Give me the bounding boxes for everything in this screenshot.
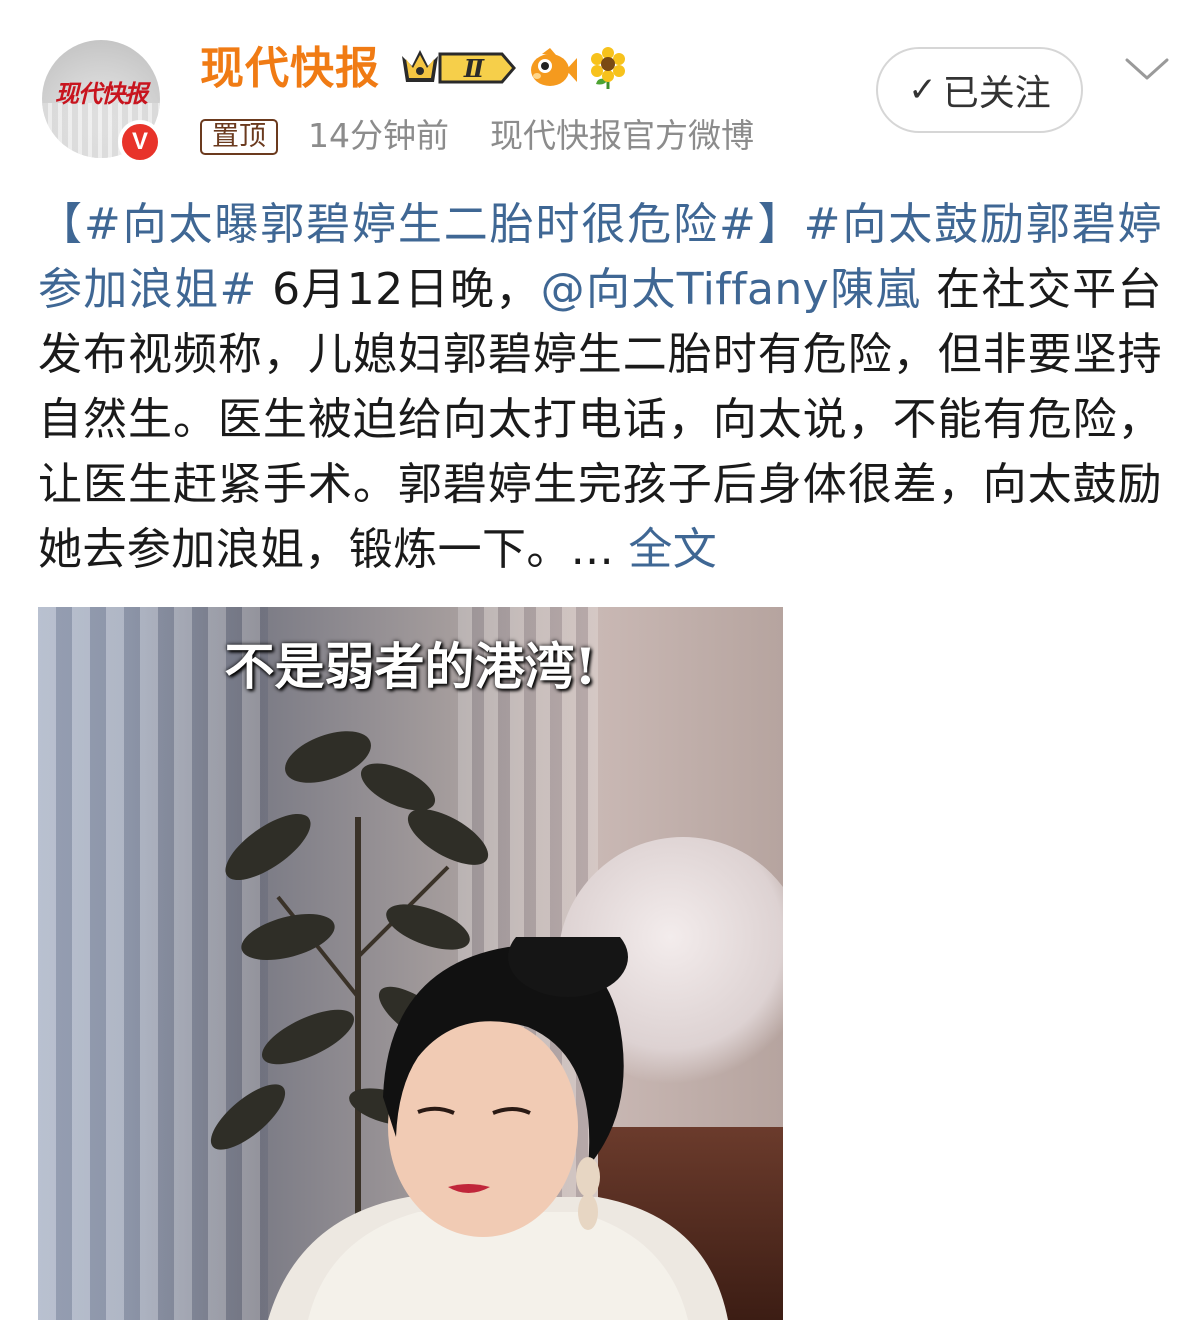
- fish-icon: [531, 48, 577, 86]
- avatar-logo-text: 现代快报: [55, 79, 148, 108]
- vip-crown-icon[interactable]: Ⅱ: [398, 44, 520, 92]
- video-subtitle: 不是弱者的港湾!: [224, 637, 597, 696]
- post-text-part-1: 6月12日晚，: [256, 264, 541, 315]
- mention-link[interactable]: @向太Tiffany陳嵐: [541, 264, 921, 315]
- sunflower-icon: [591, 47, 625, 89]
- post-video-thumbnail[interactable]: 不是弱者的港湾!: [38, 607, 783, 1320]
- follow-button[interactable]: ✓ 已关注: [876, 47, 1083, 133]
- post-time: 14分钟前: [308, 116, 449, 155]
- post-source: 现代快报官方微博: [490, 116, 754, 155]
- topic-link-1[interactable]: 【#向太曝郭碧婷生二胎时很危险#】: [38, 199, 804, 250]
- woman-figure: [268, 937, 728, 1320]
- post-text: 【#向太曝郭碧婷生二胎时很危险#】#向太鼓励郭碧婷参加浪姐# 6月12日晚，@向…: [38, 192, 1162, 582]
- user-name[interactable]: 现代快报: [200, 40, 380, 98]
- pinned-badge: 置顶: [200, 119, 278, 155]
- chevron-down-icon[interactable]: [1124, 54, 1170, 84]
- verified-icon: V: [118, 120, 162, 164]
- check-icon: ✓: [908, 70, 937, 110]
- expand-full-text-link[interactable]: 全文: [628, 524, 717, 575]
- follow-button-label: 已关注: [942, 73, 1051, 114]
- vip-level-text: Ⅱ: [463, 54, 485, 83]
